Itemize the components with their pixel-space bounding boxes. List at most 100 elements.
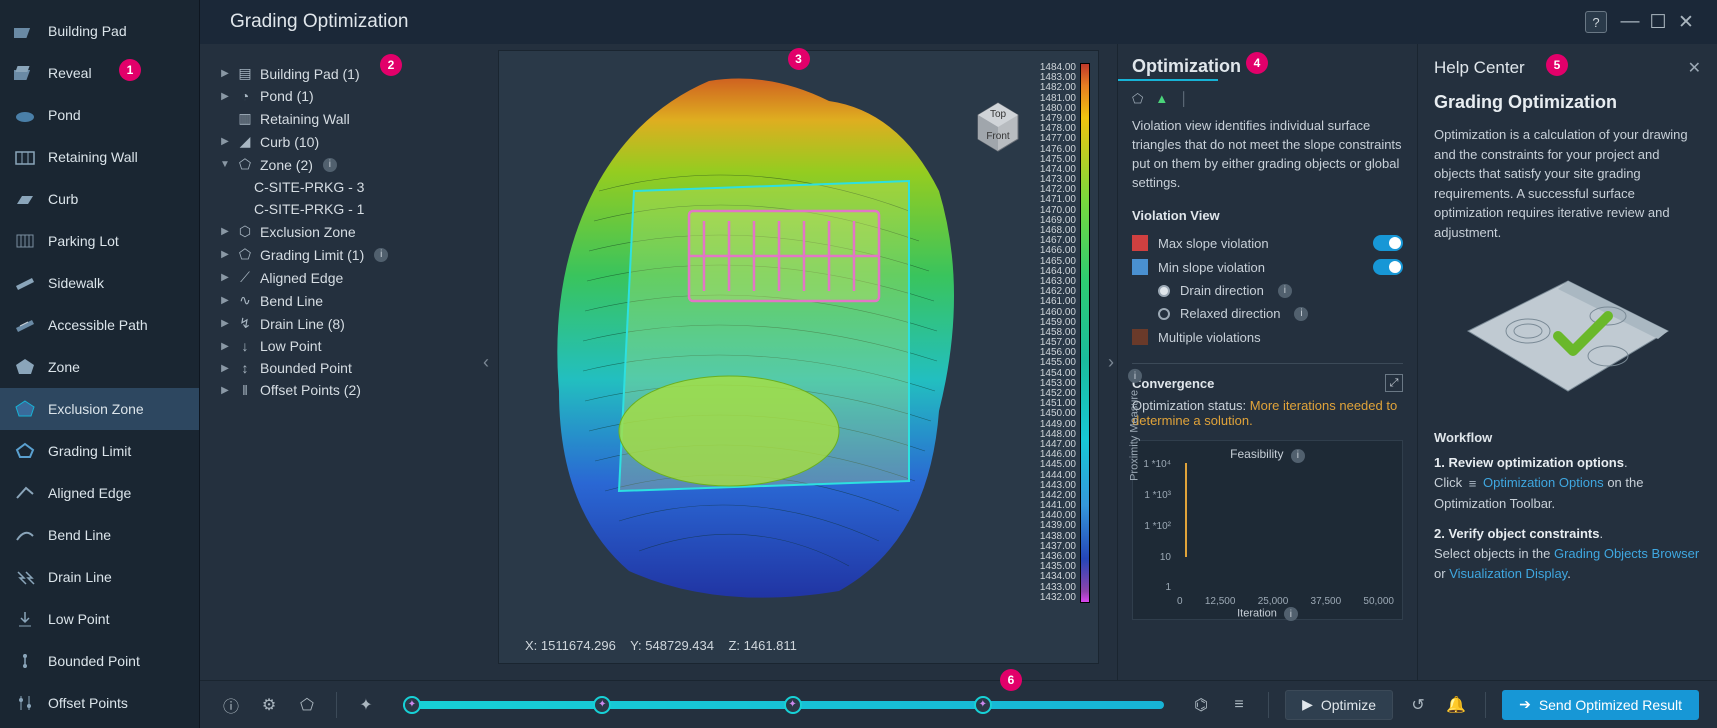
palette-label: Pond bbox=[48, 107, 81, 123]
tree-exclusion-zone[interactable]: ▶⬡Exclusion Zone bbox=[218, 220, 470, 243]
tree-building-pad[interactable]: ▶▤Building Pad (1) bbox=[218, 62, 470, 85]
palette-label: Accessible Path bbox=[48, 317, 148, 333]
marker-6: 6 bbox=[1000, 669, 1022, 691]
palette-zone[interactable]: Zone bbox=[0, 346, 199, 388]
visualization-display-link[interactable]: Visualization Display bbox=[1449, 566, 1567, 581]
tree-drain-line[interactable]: ▶↯Drain Line (8) bbox=[218, 312, 470, 335]
info-icon[interactable]: i bbox=[374, 248, 388, 262]
timeline-knob-4[interactable]: ✦ bbox=[974, 696, 992, 714]
tree-offset-points[interactable]: ▶‖Offset Points (2) bbox=[218, 379, 470, 401]
arrow-right-icon: ➔ bbox=[1519, 696, 1531, 713]
optimize-button[interactable]: ▶ Optimize bbox=[1285, 690, 1393, 720]
mesh-icon[interactable]: ⬠ bbox=[294, 692, 320, 718]
help-close-icon[interactable]: ✕ bbox=[1688, 58, 1701, 78]
pond-icon: ◔ bbox=[236, 88, 254, 104]
bend-line-icon: ∿ bbox=[236, 292, 254, 309]
tree-zone[interactable]: ▼⬠Zone (2)i bbox=[218, 153, 470, 176]
tree-pond[interactable]: ▶◔Pond (1) bbox=[218, 85, 470, 107]
timeline-start-icon[interactable]: ✦ bbox=[353, 692, 379, 718]
convergence-heading: Convergence bbox=[1132, 376, 1214, 391]
retaining-wall-icon: ▥ bbox=[236, 110, 254, 127]
tree-bounded-point[interactable]: ▶↕Bounded Point bbox=[218, 357, 470, 379]
palette-pond[interactable]: Pond bbox=[0, 94, 199, 136]
tree-zone-child-1[interactable]: C-SITE-PRKG - 3 bbox=[218, 176, 470, 198]
building-pad-icon: ▤ bbox=[236, 65, 254, 82]
drain-direction-row[interactable]: Drain direction i bbox=[1132, 283, 1403, 298]
info-icon[interactable]: i bbox=[1278, 284, 1292, 298]
low-point-icon: ↓ bbox=[236, 338, 254, 354]
max-slope-toggle[interactable] bbox=[1373, 235, 1403, 251]
opt-tab-icon-1[interactable]: ⬠ bbox=[1132, 91, 1143, 107]
retaining-wall-icon bbox=[14, 146, 36, 168]
palette-bend-line[interactable]: Bend Line bbox=[0, 514, 199, 556]
palette-reveal[interactable]: Reveal bbox=[0, 52, 199, 94]
drain-radio[interactable] bbox=[1158, 285, 1170, 297]
tree-aligned-edge[interactable]: ▶⟋Aligned Edge bbox=[218, 266, 470, 289]
speed-icon[interactable]: ⌬ bbox=[1188, 692, 1214, 718]
palette-label: Offset Points bbox=[48, 695, 128, 711]
marker-1: 1 bbox=[119, 59, 141, 81]
tree-grading-limit[interactable]: ▶⬠Grading Limit (1)i bbox=[218, 243, 470, 266]
info-icon[interactable]: i bbox=[323, 158, 337, 172]
convergence-section: Convergence ⤢ Optimization status: More … bbox=[1132, 363, 1403, 620]
help-button[interactable]: ? bbox=[1585, 11, 1607, 33]
tree-bend-line[interactable]: ▶∿Bend Line bbox=[218, 289, 470, 312]
palette-bounded-point[interactable]: Bounded Point bbox=[0, 640, 199, 682]
maximize-button[interactable]: ☐ bbox=[1645, 11, 1671, 33]
min-slope-swatch bbox=[1132, 259, 1148, 275]
palette-building-pad[interactable]: Building Pad bbox=[0, 10, 199, 52]
help-intro-paragraph: Optimization is a calculation of your dr… bbox=[1434, 125, 1701, 242]
tree-low-point[interactable]: ▶↓Low Point bbox=[218, 335, 470, 357]
opt-tab-icon-2[interactable]: ▲ bbox=[1155, 91, 1168, 107]
relaxed-radio[interactable] bbox=[1158, 308, 1170, 320]
palette-exclusion-zone[interactable]: Exclusion Zone bbox=[0, 388, 199, 430]
violation-view-heading: Violation View bbox=[1132, 208, 1403, 223]
timeline-knob-1[interactable]: ✦ bbox=[403, 696, 421, 714]
undo-icon[interactable]: ↺ bbox=[1405, 692, 1431, 718]
palette-offset-points[interactable]: Offset Points bbox=[0, 682, 199, 724]
send-optimized-result-button[interactable]: ➔ Send Optimized Result bbox=[1502, 690, 1699, 720]
help-article-title: Grading Optimization bbox=[1434, 92, 1701, 113]
parking-lot-icon bbox=[14, 230, 36, 252]
exclusion-zone-icon bbox=[14, 398, 36, 420]
tree-retaining-wall[interactable]: ▥Retaining Wall bbox=[218, 107, 470, 130]
bounded-point-icon bbox=[14, 650, 36, 672]
info-icon[interactable]: i bbox=[1291, 449, 1305, 463]
gear-icon[interactable]: ⚙ bbox=[256, 692, 282, 718]
iteration-timeline[interactable]: ✦ ✦ ✦ ✦ bbox=[403, 701, 1164, 709]
view-cube[interactable]: Top Front bbox=[966, 95, 1030, 159]
grading-limit-icon bbox=[14, 440, 36, 462]
3d-viewport[interactable]: Top Front 1484.001483.001482.001481.0014… bbox=[498, 50, 1099, 664]
info-icon[interactable]: ⓘ bbox=[218, 692, 244, 718]
palette-drain-line[interactable]: Drain Line bbox=[0, 556, 199, 598]
drain-line-icon: ↯ bbox=[236, 315, 254, 332]
palette-parking-lot[interactable]: Parking Lot bbox=[0, 220, 199, 262]
palette-grading-limit[interactable]: Grading Limit bbox=[0, 430, 199, 472]
expand-icon[interactable]: ⤢ bbox=[1385, 374, 1403, 392]
aligned-edge-icon: ⟋ bbox=[236, 269, 254, 286]
palette-curb[interactable]: Curb bbox=[0, 178, 199, 220]
main-area: Grading Optimization ? — ☐ ✕ 2 ▶▤Buildin… bbox=[200, 0, 1717, 728]
tree-zone-child-2[interactable]: C-SITE-PRKG - 1 bbox=[218, 198, 470, 220]
palette-sidewalk[interactable]: Sidewalk bbox=[0, 262, 199, 304]
bell-icon[interactable]: 🔔 bbox=[1443, 692, 1469, 718]
palette-low-point[interactable]: Low Point bbox=[0, 598, 199, 640]
palette-aligned-edge[interactable]: Aligned Edge bbox=[0, 472, 199, 514]
palette-retaining-wall[interactable]: Retaining Wall bbox=[0, 136, 199, 178]
drain-label: Drain direction bbox=[1180, 283, 1264, 298]
relaxed-direction-row[interactable]: Relaxed direction i bbox=[1132, 306, 1403, 321]
info-icon[interactable]: i bbox=[1284, 607, 1298, 621]
info-icon[interactable]: i bbox=[1128, 369, 1142, 383]
optimization-options-link[interactable]: Optimization Options bbox=[1483, 475, 1604, 490]
grading-objects-browser-link[interactable]: Grading Objects Browser bbox=[1554, 546, 1699, 561]
tree-curb[interactable]: ▶◢Curb (10) bbox=[218, 130, 470, 153]
sliders-icon[interactable]: ≡ bbox=[1226, 692, 1252, 718]
minimize-button[interactable]: — bbox=[1617, 11, 1643, 33]
timeline-knob-2[interactable]: ✦ bbox=[593, 696, 611, 714]
palette-accessible-path[interactable]: Accessible Path bbox=[0, 304, 199, 346]
min-slope-toggle[interactable] bbox=[1373, 259, 1403, 275]
timeline-knob-3[interactable]: ✦ bbox=[784, 696, 802, 714]
close-button[interactable]: ✕ bbox=[1673, 11, 1699, 33]
info-icon[interactable]: i bbox=[1294, 307, 1308, 321]
collapse-left-icon[interactable]: ‹ bbox=[478, 342, 494, 382]
